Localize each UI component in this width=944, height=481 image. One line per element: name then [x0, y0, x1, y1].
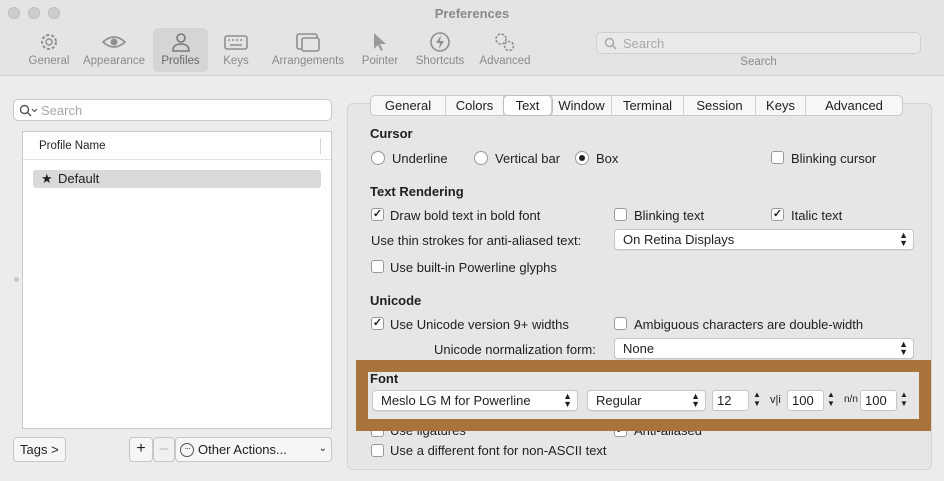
italic-text-checkbox[interactable]: ✓ — [771, 208, 784, 221]
thin-strokes-popup[interactable]: On Retina Displays ▲ ▼ — [614, 229, 914, 250]
toolbar-label: Pointer — [361, 55, 399, 67]
toolbar-label: General — [28, 55, 70, 67]
window-title: Preferences — [434, 6, 510, 21]
search-label: Search — [740, 56, 777, 68]
tab-advanced[interactable]: Advanced — [806, 96, 902, 115]
column-divider — [320, 138, 321, 154]
cursor-vertical-bar-label: Vertical bar — [495, 151, 561, 166]
toolbar-advanced[interactable]: Advanced — [476, 28, 534, 72]
profile-search-input[interactable]: Search — [13, 99, 332, 121]
bold-font-label: Draw bold text in bold font — [390, 208, 541, 223]
remove-profile-button[interactable]: – — [153, 437, 175, 462]
blinking-cursor-label: Blinking cursor — [791, 151, 877, 166]
tab-window[interactable]: Window — [552, 96, 612, 115]
normalization-popup[interactable]: None ▲ ▼ — [614, 338, 914, 359]
tab-colors[interactable]: Colors — [446, 96, 504, 115]
chevron-updown-icon: ▲ ▼ — [899, 339, 908, 357]
split-view-handle[interactable] — [14, 277, 19, 282]
bold-font-checkbox[interactable]: ✓ — [371, 208, 384, 221]
pointer-icon — [374, 33, 386, 51]
search-icon — [604, 37, 617, 50]
keyboard-icon — [224, 35, 248, 50]
unicode-version9-label: Use Unicode version 9+ widths — [390, 317, 569, 332]
ambiguous-width-checkbox[interactable] — [614, 317, 627, 330]
chevron-down-icon: ⌄ — [318, 443, 327, 454]
thin-strokes-value: On Retina Displays — [623, 232, 735, 247]
person-icon — [171, 33, 190, 52]
toolbar-search-input[interactable]: Search — [596, 32, 921, 54]
add-profile-button[interactable]: + — [129, 437, 153, 462]
tags-button[interactable]: Tags > — [13, 437, 66, 462]
windows-icon — [296, 33, 320, 52]
other-actions-button[interactable]: ··· Other Actions... ⌄ — [175, 437, 332, 462]
profile-table: Profile Name ★ Default — [22, 131, 332, 429]
non-ascii-font-label: Use a different font for non-ASCII text — [390, 443, 607, 458]
blinking-text-label: Blinking text — [634, 208, 705, 223]
tab-session[interactable]: Session — [684, 96, 756, 115]
toolbar-appearance[interactable]: Appearance — [80, 28, 148, 72]
section-title-unicode: Unicode — [370, 293, 422, 308]
search-placeholder: Search — [41, 103, 83, 118]
cursor-vertical-bar-radio[interactable] — [474, 151, 488, 165]
tags-button-label: Tags > — [20, 442, 59, 457]
toolbar-keys[interactable]: Keys — [214, 28, 258, 72]
star-icon: ★ — [41, 171, 53, 186]
normalization-label: Unicode normalization form: — [434, 342, 596, 357]
blinking-text-checkbox[interactable] — [614, 208, 627, 221]
other-actions-label: Other Actions... — [198, 442, 287, 457]
lightning-icon — [430, 32, 450, 52]
tab-bar: General Colors Text Window Terminal Sess… — [370, 95, 903, 116]
thin-strokes-label: Use thin strokes for anti-aliased text: — [371, 233, 582, 248]
tab-text[interactable]: Text — [504, 96, 552, 115]
cursor-underline-label: Underline — [392, 151, 448, 166]
toolbar-arrangements[interactable]: Arrangements — [268, 28, 348, 72]
cursor-underline-radio[interactable] — [371, 151, 385, 165]
toolbar-label: Appearance — [82, 55, 146, 67]
eye-icon — [101, 36, 127, 48]
italic-text-label: Italic text — [791, 208, 843, 223]
toolbar-label: Arrangements — [271, 55, 345, 67]
tab-keys[interactable]: Keys — [756, 96, 806, 115]
toolbar-pointer[interactable]: Pointer — [356, 28, 404, 72]
toolbar-general[interactable]: General — [24, 28, 74, 72]
powerline-glyphs-checkbox[interactable] — [371, 260, 384, 273]
search-placeholder: Search — [623, 36, 665, 51]
unicode-version9-checkbox[interactable]: ✓ — [371, 317, 384, 330]
column-header-profile-name[interactable]: Profile Name — [39, 140, 105, 152]
profile-name: Default — [58, 171, 100, 186]
toolbar-profiles[interactable]: Profiles — [153, 28, 208, 72]
non-ascii-font-checkbox[interactable] — [371, 444, 384, 457]
toolbar-label: Keys — [223, 55, 249, 67]
gear-icon — [41, 34, 57, 50]
normalization-value: None — [623, 341, 655, 356]
table-row[interactable]: ★ Default — [33, 170, 321, 188]
toolbar-label: Advanced — [479, 55, 531, 67]
toolbar-shortcuts[interactable]: Shortcuts — [411, 28, 469, 72]
ambiguous-width-label: Ambiguous characters are double-width — [634, 317, 864, 332]
cursor-box-radio[interactable] — [575, 151, 589, 165]
blinking-cursor-checkbox[interactable] — [771, 151, 784, 164]
cursor-box-label: Box — [596, 151, 619, 166]
toolbar-label: Shortcuts — [415, 55, 465, 67]
powerline-glyphs-label: Use built-in Powerline glyphs — [390, 260, 557, 275]
tab-terminal[interactable]: Terminal — [612, 96, 684, 115]
chevron-updown-icon: ▲ ▼ — [899, 230, 908, 248]
gears-icon — [495, 33, 515, 52]
table-header[interactable]: Profile Name — [23, 132, 331, 160]
section-title-cursor: Cursor — [370, 126, 413, 141]
section-title-text-rendering: Text Rendering — [370, 184, 464, 199]
ellipsis-icon: ··· — [180, 443, 194, 457]
highlight-annotation-frame — [356, 360, 931, 431]
tab-general[interactable]: General — [371, 96, 446, 115]
toolbar-label: Profiles — [161, 55, 200, 67]
search-icon — [19, 104, 38, 117]
